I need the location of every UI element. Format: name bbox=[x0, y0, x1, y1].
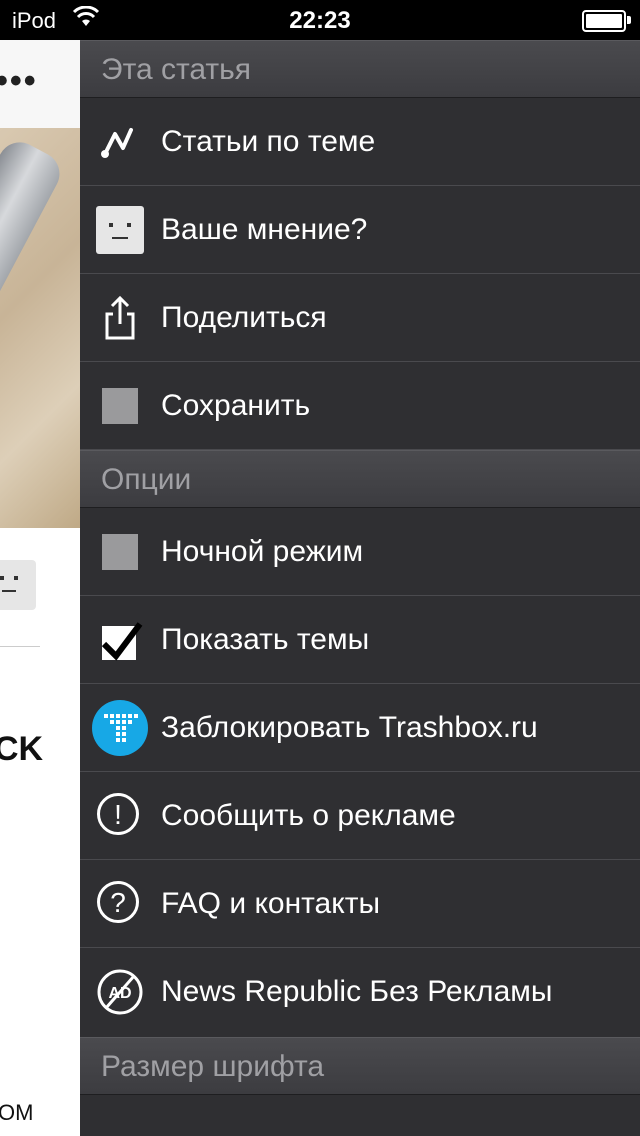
night-mode-checkbox-icon[interactable] bbox=[96, 528, 144, 576]
menu-item-label: FAQ и контакты bbox=[161, 887, 381, 920]
menu-item-label: Сообщить о рекламе bbox=[161, 799, 456, 832]
menu-item-label: Сохранить bbox=[161, 389, 311, 422]
no-ads-icon: AD bbox=[97, 969, 143, 1015]
menu-item-label: Ночной режим bbox=[161, 535, 364, 568]
clock: 22:23 bbox=[289, 7, 351, 34]
menu-item-no-ads[interactable]: AD News Republic Без Рекламы bbox=[80, 948, 640, 1037]
menu-item-label: Поделиться bbox=[161, 301, 327, 334]
menu-item-label: Статьи по теме bbox=[161, 125, 376, 158]
related-articles-icon bbox=[101, 128, 133, 158]
section-options: Опции bbox=[80, 450, 640, 508]
show-topics-checkbox-icon[interactable] bbox=[96, 616, 144, 664]
battery-tip bbox=[627, 16, 631, 24]
status-bar: iPod 22:23 bbox=[0, 0, 640, 40]
menu-item-share[interactable]: Поделиться bbox=[80, 274, 640, 362]
side-menu: Эта статья Статьи по теме Ваше мнение? П… bbox=[80, 40, 640, 1136]
face-icon[interactable] bbox=[0, 560, 36, 610]
menu-item-your-opinion[interactable]: Ваше мнение? bbox=[80, 186, 640, 274]
exclamation-circle-icon: ! bbox=[96, 792, 144, 840]
face-icon bbox=[96, 206, 144, 254]
section-font-size: Размер шрифта bbox=[80, 1037, 640, 1095]
phone-image bbox=[0, 134, 68, 342]
share-icon bbox=[105, 295, 135, 340]
comment-count-value: 3 bbox=[55, 538, 72, 571]
menu-item-save[interactable]: Сохранить bbox=[80, 362, 640, 450]
divider bbox=[0, 646, 40, 647]
article-toolbar: ••• bbox=[0, 40, 80, 129]
article-text: OM bbox=[0, 1100, 34, 1125]
battery-icon bbox=[582, 10, 626, 32]
menu-item-night-mode[interactable]: Ночной режим bbox=[80, 508, 640, 596]
menu-item-faq[interactable]: ? FAQ и контакты bbox=[80, 860, 640, 948]
menu-item-report-ad[interactable]: ! Сообщить о рекламе bbox=[80, 772, 640, 860]
article-headline: CK bbox=[0, 730, 44, 768]
menu-item-label: Ваше мнение? bbox=[161, 213, 368, 246]
menu-item-block-trashbox[interactable]: Заблокировать Trashbox.ru bbox=[80, 684, 640, 772]
section-this-article: Эта статья bbox=[80, 40, 640, 98]
menu-item-show-topics[interactable]: Показать темы bbox=[80, 596, 640, 684]
more-dots-icon[interactable]: ••• bbox=[0, 62, 38, 101]
menu-item-label: News Republic Без Рекламы bbox=[161, 975, 553, 1008]
question-circle-icon: ? bbox=[96, 880, 144, 928]
article-background: ••• 3 CK OM bbox=[0, 40, 80, 1136]
menu-item-related-articles[interactable]: Статьи по теме bbox=[80, 98, 640, 186]
save-checkbox-icon bbox=[96, 382, 144, 430]
trashbox-logo-icon bbox=[92, 700, 148, 756]
article-photo: 3 bbox=[0, 128, 80, 571]
menu-item-label: Показать темы bbox=[161, 623, 370, 656]
menu-item-label: Заблокировать Trashbox.ru bbox=[161, 711, 538, 744]
